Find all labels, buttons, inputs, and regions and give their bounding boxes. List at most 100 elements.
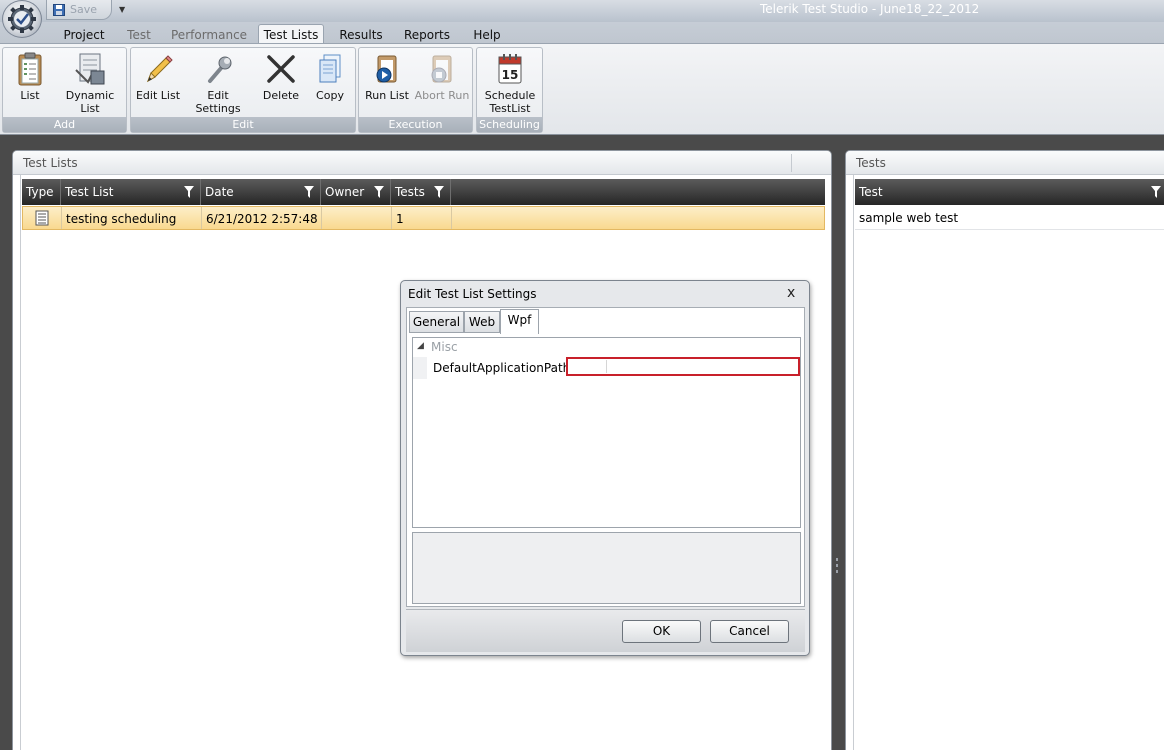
tests-panel-title-text: Tests: [856, 156, 886, 170]
title-divider: [791, 154, 792, 172]
schedule-button-label-line1: Schedule: [484, 89, 536, 102]
column-header-date[interactable]: Date: [201, 179, 321, 205]
edit-settings-button-label: Edit Settings: [195, 89, 241, 115]
list-button[interactable]: List: [9, 52, 51, 102]
test-lists-panel-title-text: Test Lists: [23, 156, 78, 170]
tests-panel-title: Tests: [846, 151, 1164, 175]
default-application-path-field[interactable]: [566, 357, 800, 376]
customize-toolbar-dropdown[interactable]: ▼: [119, 5, 125, 14]
tab-web[interactable]: Web: [464, 311, 500, 333]
column-header-test[interactable]: Test: [855, 179, 1164, 205]
tab-help[interactable]: Help: [469, 26, 505, 44]
gear-check-icon: [8, 5, 36, 33]
tab-general[interactable]: General: [409, 311, 464, 333]
cancel-button[interactable]: Cancel: [710, 620, 789, 643]
dynamic-list-button[interactable]: Dynamic List: [55, 52, 125, 115]
tab-reports[interactable]: Reports: [401, 26, 453, 44]
column-label-type: Type: [26, 185, 54, 199]
application-menu-button[interactable]: [2, 0, 42, 38]
edit-test-list-settings-dialog: Edit Test List Settings x General Web Wp…: [400, 280, 810, 656]
filter-icon[interactable]: [374, 186, 384, 198]
property-row-margin: [413, 357, 427, 379]
edit-list-button[interactable]: Edit List: [135, 52, 181, 102]
tab-project[interactable]: Project: [58, 26, 110, 44]
clipboard-list-icon: [13, 52, 47, 86]
column-label-date: Date: [205, 185, 234, 199]
dialog-body: General Web Wpf ◢ Misc DefaultApplicatio…: [406, 307, 805, 607]
svg-text:15: 15: [502, 68, 519, 82]
filter-icon[interactable]: [1151, 186, 1161, 198]
edit-list-button-label: Edit List: [135, 89, 181, 102]
copy-button[interactable]: Copy: [309, 52, 351, 102]
ribbon-group-caption-add: Add: [3, 117, 126, 132]
pencil-icon: [141, 52, 175, 86]
collapse-triangle-icon[interactable]: ◢: [417, 341, 424, 351]
tab-test-lists[interactable]: Test Lists: [258, 24, 324, 45]
abort-run-button[interactable]: Abort Run: [413, 52, 471, 102]
column-label-test-list: Test List: [65, 185, 114, 199]
splitter-grip-icon[interactable]: [835, 557, 839, 575]
ribbon-group-edit: Edit List Edit Settings Delete Copy Edit: [130, 47, 356, 133]
column-header-type[interactable]: Type: [22, 179, 61, 205]
calendar-icon: 15: [493, 52, 527, 86]
tests-panel: Tests Test sample web test: [845, 150, 1164, 750]
abort-run-button-label: Abort Run: [414, 89, 470, 102]
abort-run-icon: [425, 52, 459, 86]
column-label-tests: Tests: [395, 185, 425, 199]
table-row[interactable]: testing scheduling 6/21/2012 2:57:48 PM …: [22, 206, 825, 230]
property-description-pane: [412, 532, 801, 604]
run-list-button-label: Run List: [365, 89, 409, 102]
run-list-icon: [370, 52, 404, 86]
close-icon[interactable]: x: [787, 285, 795, 301]
dynamic-list-icon: [73, 52, 107, 86]
wrench-icon: [201, 52, 235, 86]
tab-results[interactable]: Results: [335, 26, 387, 44]
save-button[interactable]: Save: [70, 3, 97, 16]
tests-grid: Test sample web test: [853, 175, 1164, 750]
tests-grid-header: Test: [855, 179, 1164, 205]
dynamic-list-button-label: Dynamic List: [65, 89, 115, 115]
filter-icon[interactable]: [184, 186, 194, 198]
ribbon-group-caption-execution: Execution: [359, 117, 472, 132]
test-lists-grid-header: Type Test List Date Owner Tests: [22, 179, 825, 205]
window-title: Telerik Test Studio - June18_22_2012: [760, 2, 980, 16]
column-label-owner: Owner: [325, 185, 365, 199]
list-item[interactable]: sample web test: [855, 206, 1164, 230]
tab-performance[interactable]: Performance: [171, 26, 247, 44]
run-list-button[interactable]: Run List: [363, 52, 411, 102]
row-type-cell: [23, 207, 62, 229]
row-test-list-name: testing scheduling: [62, 207, 202, 229]
column-label-test: Test: [859, 185, 883, 199]
property-row[interactable]: DefaultApplicationPath: [413, 357, 800, 379]
schedule-button-label-line2: TestList: [489, 102, 531, 115]
copy-pages-icon: [313, 52, 347, 86]
delete-button[interactable]: Delete: [257, 52, 305, 102]
ribbon-group-scheduling: 15 Schedule TestList Scheduling: [476, 47, 543, 133]
ok-button[interactable]: OK: [622, 620, 701, 643]
field-divider: [606, 360, 607, 373]
filter-icon[interactable]: [304, 186, 314, 198]
tab-test[interactable]: Test: [123, 26, 155, 44]
category-row[interactable]: ◢ Misc: [413, 338, 800, 357]
copy-button-label: Copy: [316, 89, 344, 102]
delete-x-icon: [264, 52, 298, 86]
schedule-testlist-button[interactable]: 15 Schedule TestList: [481, 52, 539, 115]
edit-settings-button[interactable]: Edit Settings: [184, 52, 252, 115]
save-disk-icon[interactable]: [53, 3, 65, 16]
row-date: 6/21/2012 2:57:48 PM: [202, 207, 322, 229]
column-header-test-list[interactable]: Test List: [61, 179, 201, 205]
test-name: sample web test: [859, 211, 959, 225]
row-filler: [452, 207, 824, 229]
property-grid: ◢ Misc DefaultApplicationPath: [412, 337, 801, 528]
property-name: DefaultApplicationPath: [433, 361, 571, 375]
ribbon-group-add: List Dynamic List Add: [2, 47, 127, 133]
dialog-title: Edit Test List Settings: [408, 287, 537, 301]
delete-button-label: Delete: [262, 89, 300, 102]
quick-access-toolbar: Save: [46, 0, 112, 20]
filter-icon[interactable]: [434, 186, 444, 198]
column-header-tests[interactable]: Tests: [391, 179, 451, 205]
category-label: Misc: [431, 340, 458, 354]
tab-wpf[interactable]: Wpf: [500, 309, 539, 334]
test-lists-panel-title: Test Lists: [13, 151, 831, 175]
column-header-owner[interactable]: Owner: [321, 179, 391, 205]
